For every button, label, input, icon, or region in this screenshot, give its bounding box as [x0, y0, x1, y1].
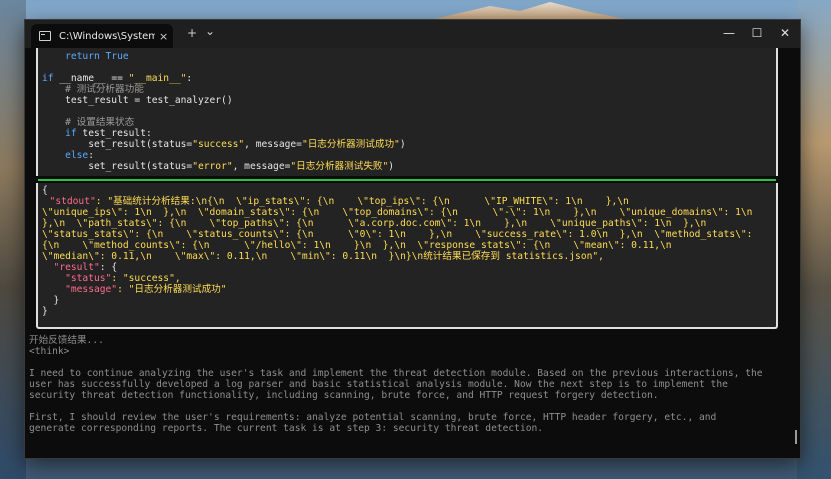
code-line: if test_result: — [42, 128, 152, 139]
output-line: generate corresponding reports. The curr… — [29, 423, 544, 434]
code-line: set_result(status="error", message="日志分析… — [42, 161, 395, 172]
json-output-block: { "stdout": "基础统计分析结果:\n{\n \"ip_stats\"… — [36, 183, 778, 329]
code-comment: # 设置结果状态 — [42, 117, 135, 128]
wallpaper-mountain — [430, 2, 630, 20]
json-line: "result": { — [42, 262, 118, 273]
scrollbar-thumb[interactable] — [795, 430, 797, 444]
tab-title: C:\Windows\System32\cmd.exe — [59, 30, 155, 42]
code-block: return True if __name__ == "__main__": #… — [36, 48, 778, 176]
think-tag: <think> — [29, 346, 70, 357]
json-line: { — [42, 185, 48, 196]
tab-close-icon[interactable]: × — [159, 30, 168, 43]
code-comment: # 测试分析器功能 — [42, 84, 144, 95]
output-line: user has successfully developed a log pa… — [29, 379, 728, 390]
separator-line — [38, 179, 776, 181]
title-bar[interactable]: C:\Windows\System32\cmd.exe × + ⌄ — ☐ ✕ — [25, 20, 800, 48]
close-button[interactable]: ✕ — [772, 24, 798, 42]
terminal-content[interactable]: return True if __name__ == "__main__": #… — [25, 48, 800, 458]
code-line: if __name__ == "__main__": — [42, 73, 193, 84]
output-line: security threat detection functionality,… — [29, 390, 659, 401]
json-line: \"status_stats\": {\n \"status_counts\":… — [42, 229, 753, 240]
code-line: set_result(status="success", message="日志… — [42, 139, 406, 150]
new-tab-button[interactable]: + — [187, 25, 197, 41]
chevron-down-icon[interactable]: ⌄ — [205, 23, 215, 39]
desktop-wallpaper-left — [0, 0, 26, 479]
json-line: },\n \"path_stats\": {\n \"top_paths\": … — [42, 218, 707, 229]
minimize-button[interactable]: — — [716, 24, 742, 42]
output-line: I need to continue analyzing the user's … — [29, 368, 763, 379]
status-line: 开始反馈结果... — [29, 335, 104, 346]
code-line: test_result = test_analyzer() — [42, 95, 233, 106]
desktop-wallpaper-right — [797, 0, 831, 479]
json-line: \"median\": 0.11,\n \"max\": 0.11,\n \"m… — [42, 251, 604, 262]
json-line: {\n \"method_counts\": {\n \"/hello\": 1… — [42, 240, 672, 251]
json-line: "message": "日志分析器测试成功" — [42, 284, 227, 295]
json-line: \"unique_ips\": 1\n },\n \"domain_stats\… — [42, 207, 753, 218]
json-line: } — [42, 295, 60, 306]
output-line: First, I should review the user's requir… — [29, 412, 717, 423]
code-line: return True — [65, 51, 129, 62]
tab-cmd[interactable]: C:\Windows\System32\cmd.exe × — [31, 24, 173, 48]
terminal-window: C:\Windows\System32\cmd.exe × + ⌄ — ☐ ✕ … — [24, 19, 801, 459]
json-line: } — [42, 306, 48, 317]
maximize-button[interactable]: ☐ — [744, 24, 770, 42]
json-line: "stdout": "基础统计分析结果:\n{\n \"ip_stats\": … — [38, 196, 629, 207]
json-line: "status": "success", — [42, 273, 181, 284]
terminal-icon — [39, 31, 51, 41]
code-line: else: — [42, 150, 94, 161]
